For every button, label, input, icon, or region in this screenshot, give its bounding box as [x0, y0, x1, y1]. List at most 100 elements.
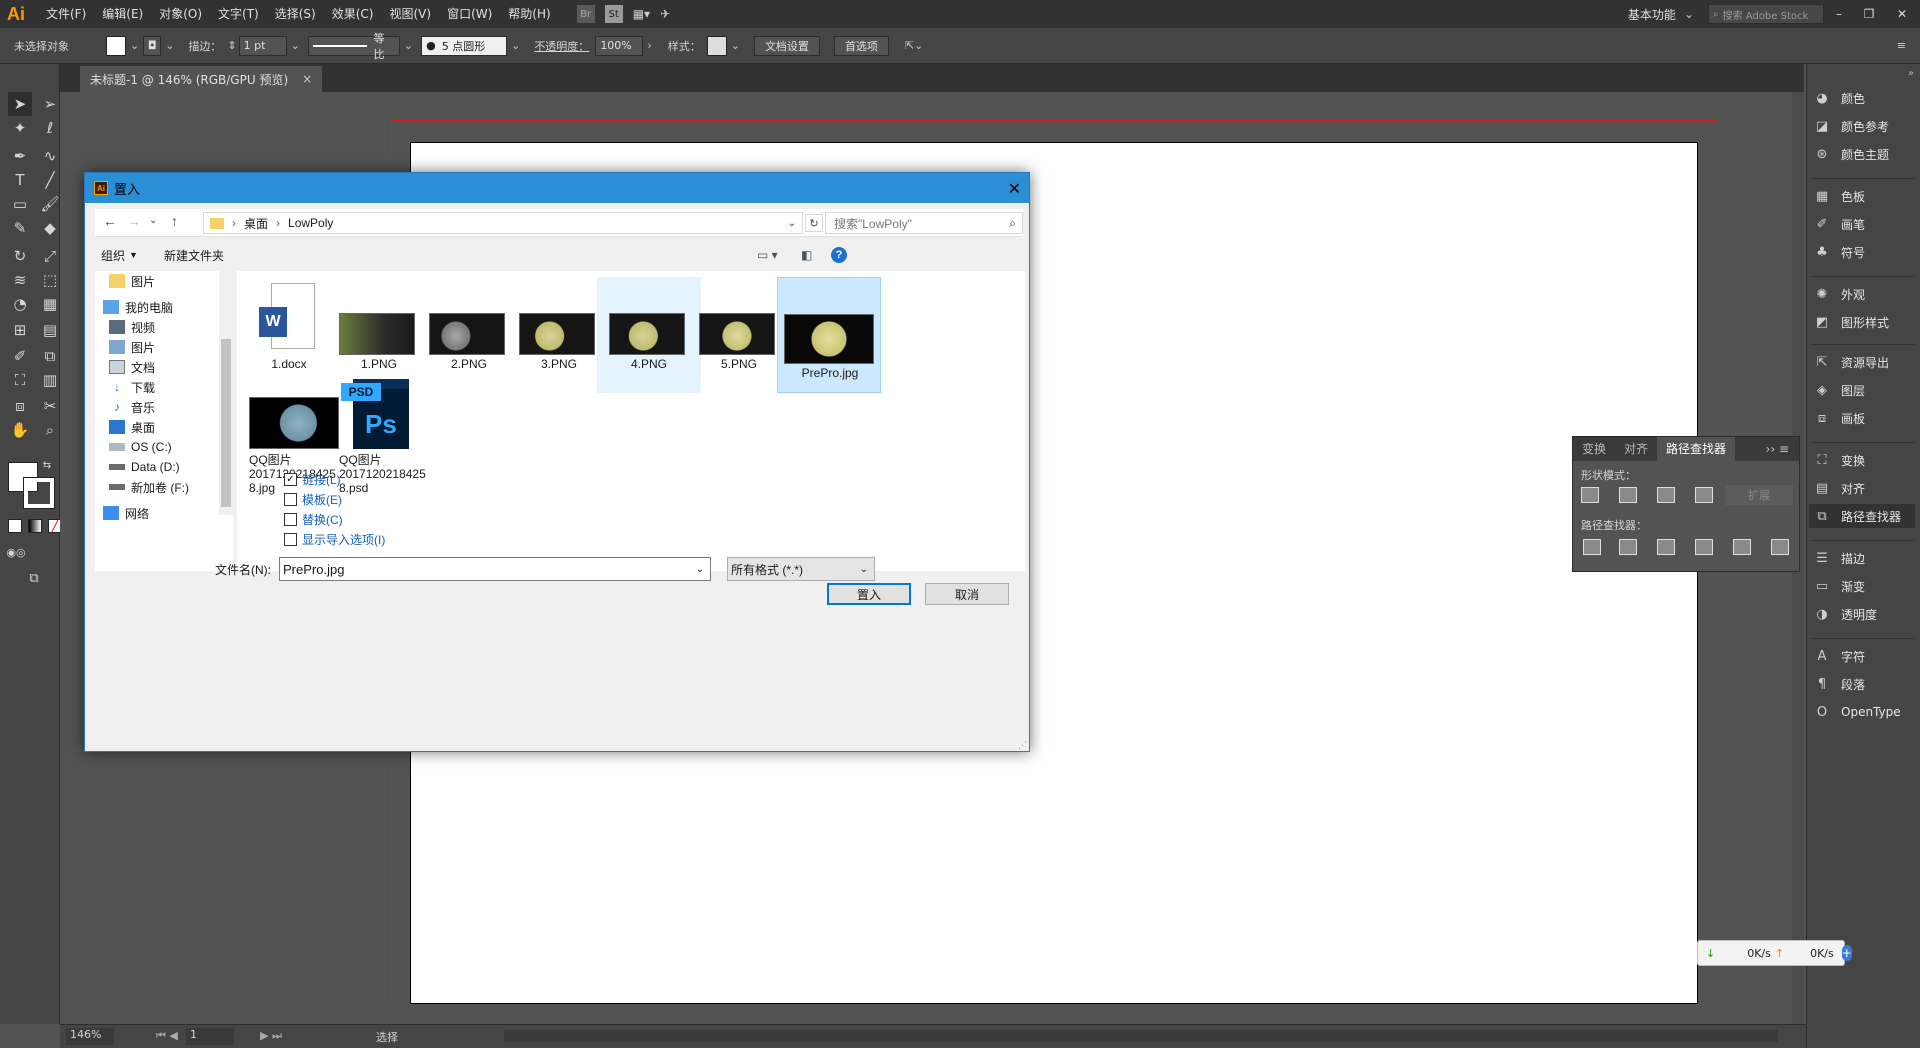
- panel-layers[interactable]: ◈ 图层: [1813, 378, 1865, 402]
- transform-options-icon[interactable]: ⇱⌄: [905, 39, 923, 52]
- nav-videos[interactable]: 视频: [109, 317, 155, 337]
- minimize-button[interactable]: –: [1824, 7, 1854, 21]
- nav-drive-d[interactable]: Data (D:): [109, 457, 180, 477]
- nav-documents[interactable]: 文档: [109, 357, 155, 377]
- brush-select[interactable]: ● 5 点圆形: [421, 35, 508, 56]
- panel-transform[interactable]: ⛶ 变换: [1813, 448, 1865, 472]
- nav-downloads[interactable]: ↓ 下载: [109, 377, 155, 397]
- panel-character[interactable]: A 字符: [1813, 644, 1865, 668]
- panel-swatches[interactable]: ▦ 色板: [1813, 184, 1865, 208]
- nav-this-pc[interactable]: 我的电脑: [103, 297, 173, 317]
- close-icon[interactable]: ×: [302, 72, 312, 86]
- breadcrumb-desktop[interactable]: 桌面: [244, 215, 268, 232]
- slice-tool-icon[interactable]: ✂: [38, 394, 62, 418]
- menu-effect[interactable]: 效果(C): [324, 0, 382, 28]
- panel-stroke[interactable]: ☰ 描边: [1813, 546, 1865, 570]
- screen-mode-icon[interactable]: ⧉: [22, 566, 46, 590]
- rotate-tool-icon[interactable]: ↻: [8, 244, 32, 268]
- close-button[interactable]: ✕: [1884, 7, 1920, 21]
- file-item[interactable]: 2.PNG: [417, 277, 521, 393]
- type-tool-icon[interactable]: T: [8, 168, 32, 192]
- panel-color-guide[interactable]: ◪ 颜色参考: [1813, 114, 1889, 138]
- curvature-tool-icon[interactable]: ∿: [38, 144, 62, 168]
- nav-scroll-thumb[interactable]: [221, 339, 231, 507]
- unite-icon[interactable]: [1581, 487, 1599, 503]
- eyedropper-tool-icon[interactable]: ✐: [8, 344, 32, 368]
- expand-button[interactable]: 扩展: [1725, 485, 1793, 505]
- view-options-icon[interactable]: ▭ ▾: [757, 248, 778, 262]
- file-item[interactable]: 4.PNG: [597, 277, 701, 393]
- menu-window[interactable]: 窗口(W): [439, 0, 500, 28]
- place-button[interactable]: 置入: [827, 583, 911, 605]
- symbol-sprayer-tool-icon[interactable]: ⛶: [8, 368, 32, 392]
- panel-appearance[interactable]: ✺ 外观: [1813, 282, 1865, 306]
- shaper-tool-icon[interactable]: ✎: [8, 216, 32, 240]
- chevron-down-icon[interactable]: ⌄: [291, 39, 300, 52]
- panel-pathfinder[interactable]: ⧉ 路径查找器: [1809, 504, 1915, 528]
- width-tool-icon[interactable]: ≋: [8, 268, 32, 292]
- menu-help[interactable]: 帮助(H): [500, 0, 558, 28]
- recent-locations-icon[interactable]: ⌄: [149, 215, 157, 226]
- preview-pane-icon[interactable]: ◧: [801, 248, 812, 262]
- help-icon[interactable]: ?: [831, 247, 847, 263]
- paintbrush-tool-icon[interactable]: 🖌: [38, 192, 62, 216]
- file-item[interactable]: 5.PNG: [687, 277, 791, 393]
- crop-icon[interactable]: [1695, 539, 1713, 555]
- panel-symbols[interactable]: ♣ 符号: [1813, 240, 1865, 264]
- option-show-import[interactable]: 显示导入选项(I): [284, 531, 385, 548]
- menu-edit[interactable]: 编辑(E): [94, 0, 151, 28]
- direct-selection-tool-icon[interactable]: ➢: [38, 92, 62, 116]
- fill-swatch[interactable]: [106, 35, 126, 56]
- gradient-mode-icon[interactable]: [28, 519, 42, 533]
- stroke-profile-select[interactable]: 等比: [307, 32, 400, 61]
- back-icon[interactable]: ←: [103, 213, 117, 229]
- pen-tool-icon[interactable]: ✒: [8, 144, 32, 168]
- mesh-tool-icon[interactable]: ⊞: [8, 318, 32, 342]
- nav-pictures[interactable]: 图片: [109, 337, 155, 357]
- stroke-label[interactable]: 描边：: [182, 38, 227, 54]
- chevron-down-icon[interactable]: ⌄: [696, 564, 704, 575]
- stroke-swatch[interactable]: ◘: [143, 35, 162, 56]
- nav-desktop[interactable]: 桌面: [109, 417, 155, 437]
- resize-grip-icon[interactable]: ⋰: [1018, 740, 1027, 751]
- merge-icon[interactable]: [1657, 539, 1675, 555]
- chevron-down-icon[interactable]: ⌄: [788, 218, 796, 229]
- close-icon[interactable]: ✕: [1008, 179, 1021, 199]
- arrange-documents-icon[interactable]: ▦▾: [633, 7, 650, 21]
- workspace-switcher[interactable]: 基本功能: [1620, 6, 1684, 23]
- magic-wand-tool-icon[interactable]: ✦: [8, 116, 32, 140]
- menu-type[interactable]: 文字(T): [210, 0, 267, 28]
- panel-transparency[interactable]: ◑ 透明度: [1813, 602, 1877, 626]
- shape-builder-tool-icon[interactable]: ◔: [8, 292, 32, 316]
- forward-icon[interactable]: →: [127, 213, 141, 229]
- search-input[interactable]: 搜索"LowPoly" ⌕: [825, 212, 1023, 234]
- menu-object[interactable]: 对象(O): [151, 0, 210, 28]
- expand-icon[interactable]: +: [1841, 945, 1852, 961]
- stroke-stepper[interactable]: ⇕: [227, 39, 236, 52]
- tab-align[interactable]: 对齐: [1615, 437, 1657, 461]
- panel-asset-export[interactable]: ⇱ 资源导出: [1813, 350, 1889, 374]
- panel-artboards[interactable]: ⧈ 画板: [1813, 406, 1865, 430]
- option-replace[interactable]: 替换(C): [284, 511, 343, 528]
- expand-panel-icon[interactable]: ›› ≡: [1766, 442, 1799, 456]
- column-graph-tool-icon[interactable]: ▥: [38, 368, 62, 392]
- color-mode-icon[interactable]: [8, 519, 22, 533]
- exclude-icon[interactable]: [1695, 487, 1713, 503]
- perspective-grid-tool-icon[interactable]: ▦: [38, 292, 62, 316]
- lasso-tool-icon[interactable]: ℓ: [38, 116, 62, 140]
- file-item[interactable]: W 1.docx: [237, 277, 341, 393]
- blend-tool-icon[interactable]: ⧉: [38, 344, 62, 368]
- gradient-tool-icon[interactable]: ▤: [38, 318, 62, 342]
- minus-back-icon[interactable]: [1771, 539, 1789, 555]
- breadcrumb-lowpoly[interactable]: LowPoly: [288, 216, 333, 230]
- eraser-tool-icon[interactable]: ◆: [38, 216, 62, 240]
- panel-graphic-styles[interactable]: ◩ 图形样式: [1813, 310, 1889, 334]
- artboard-nav-prev[interactable]: ⏮ ◀: [156, 1029, 178, 1043]
- file-item[interactable]: PSD Ps QQ图片 2017120218425 8.psd: [327, 379, 431, 509]
- nav-network[interactable]: 网络: [103, 503, 149, 523]
- panel-paragraph[interactable]: ¶ 段落: [1813, 672, 1865, 696]
- nav-pictures-quick[interactable]: 图片: [109, 271, 155, 291]
- intersect-icon[interactable]: [1657, 487, 1675, 503]
- cancel-button[interactable]: 取消: [925, 583, 1009, 605]
- selection-tool-icon[interactable]: ➤: [8, 92, 32, 116]
